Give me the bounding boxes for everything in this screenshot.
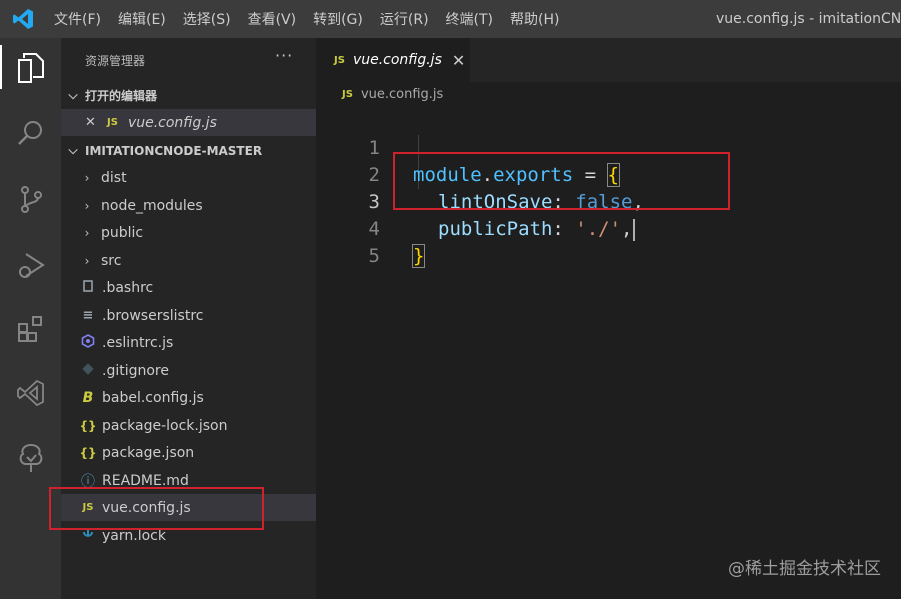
js-file-icon: JS bbox=[107, 117, 118, 128]
highlight-box-file bbox=[49, 487, 264, 530]
folder-name: dist bbox=[101, 169, 127, 186]
menu-view[interactable]: 查看(V) bbox=[248, 9, 297, 29]
json-icon: {} bbox=[79, 418, 97, 433]
chevron-right-icon: › bbox=[84, 170, 90, 185]
code-line[interactable]: 1 module.exports = { bbox=[316, 108, 901, 187]
tab-vue-config[interactable]: JS vue.config.js ✕ bbox=[316, 38, 470, 82]
breadcrumb-file[interactable]: vue.config.js bbox=[361, 87, 443, 102]
file-item-browserslistrc[interactable]: ≡ .browserslistrc bbox=[61, 302, 316, 329]
js-file-icon: JS bbox=[334, 54, 345, 66]
explorer-sidebar: 资源管理器 ··· ⌵ 打开的编辑器 ✕ JS vue.config.js ⌵ … bbox=[49, 38, 316, 599]
vscode-logo-icon[interactable] bbox=[12, 8, 34, 34]
chevron-right-icon: › bbox=[84, 198, 90, 213]
eslint-icon bbox=[77, 334, 99, 351]
watermark: @稀土掘金技术社区 bbox=[728, 559, 881, 579]
file-item-gitignore[interactable]: .gitignore bbox=[61, 357, 316, 384]
folder-item-src[interactable]: › src bbox=[61, 247, 316, 274]
folder-item-dist[interactable]: › dist bbox=[61, 164, 316, 191]
breadcrumb[interactable]: JS vue.config.js bbox=[342, 87, 443, 102]
json-icon: {} bbox=[79, 445, 97, 460]
close-icon[interactable]: ✕ bbox=[452, 51, 465, 70]
folder-name: public bbox=[101, 224, 144, 241]
menu-selection[interactable]: 选择(S) bbox=[183, 9, 231, 29]
menu-bar: 文件(F) 编辑(E) 选择(S) 查看(V) 转到(G) 运行(R) 终端(T… bbox=[54, 0, 576, 38]
chevron-down-icon: ⌵ bbox=[68, 143, 78, 157]
file-name: .bashrc bbox=[102, 279, 154, 296]
file-name: babel.config.js bbox=[102, 389, 204, 406]
menu-terminal[interactable]: 终端(T) bbox=[446, 9, 493, 29]
lines-icon: ≡ bbox=[82, 308, 94, 323]
folder-item-node-modules[interactable]: › node_modules bbox=[61, 192, 316, 219]
code-line[interactable]: 5 bbox=[316, 216, 901, 267]
tab-label: vue.config.js bbox=[352, 52, 442, 68]
folder-name: node_modules bbox=[101, 197, 203, 214]
project-label: IMITATIONCNODE-MASTER bbox=[85, 143, 263, 158]
visual-studio-icon[interactable] bbox=[0, 368, 61, 418]
file-item-bashrc[interactable]: .bashrc bbox=[61, 274, 316, 301]
menu-file[interactable]: 文件(F) bbox=[54, 9, 101, 29]
menu-run[interactable]: 运行(R) bbox=[380, 9, 429, 29]
file-name: .gitignore bbox=[102, 362, 169, 379]
editor-area: JS vue.config.js ✕ JS vue.config.js 1 mo… bbox=[316, 38, 901, 599]
explorer-icon[interactable] bbox=[0, 43, 61, 93]
file-item-package-lock[interactable]: {} package-lock.json bbox=[61, 412, 316, 439]
file-item-babel-config[interactable]: B babel.config.js bbox=[61, 384, 316, 411]
folder-item-public[interactable]: › public bbox=[61, 219, 316, 246]
file-name: .browserslistrc bbox=[102, 307, 204, 324]
code-text: } bbox=[411, 243, 426, 270]
source-control-icon[interactable] bbox=[0, 174, 61, 224]
git-icon bbox=[77, 363, 99, 378]
menu-edit[interactable]: 编辑(E) bbox=[118, 9, 166, 29]
window-title: vue.config.js - imitationCN bbox=[716, 11, 901, 27]
line-number: 5 bbox=[368, 245, 380, 267]
open-editors-header[interactable]: ⌵ 打开的编辑器 bbox=[61, 82, 316, 109]
file-item-package-json[interactable]: {} package.json bbox=[61, 439, 316, 466]
highlight-box-code bbox=[393, 152, 730, 210]
more-actions-icon[interactable]: ··· bbox=[275, 46, 293, 65]
folder-name: src bbox=[101, 252, 122, 269]
search-icon[interactable] bbox=[0, 108, 61, 158]
file-item-eslintrc[interactable]: .eslintrc.js bbox=[61, 329, 316, 356]
run-debug-icon[interactable] bbox=[0, 240, 61, 290]
title-bar: 文件(F) 编辑(E) 选择(S) 查看(V) 转到(G) 运行(R) 终端(T… bbox=[0, 0, 901, 38]
js-file-icon: JS bbox=[342, 89, 353, 100]
chevron-right-icon: › bbox=[84, 225, 90, 240]
close-icon[interactable]: ✕ bbox=[85, 115, 105, 130]
babel-icon: B bbox=[82, 389, 94, 406]
file-name: package-lock.json bbox=[102, 417, 228, 434]
extensions-icon[interactable] bbox=[0, 304, 61, 354]
chevron-down-icon: ⌵ bbox=[68, 88, 78, 102]
file-icon bbox=[77, 280, 99, 295]
open-editor-name: vue.config.js bbox=[127, 114, 217, 131]
explorer-title: 资源管理器 bbox=[85, 54, 146, 68]
project-header[interactable]: ⌵ IMITATIONCNODE-MASTER bbox=[61, 137, 316, 164]
open-editors-label: 打开的编辑器 bbox=[85, 89, 158, 103]
open-editor-item[interactable]: ✕ JS vue.config.js bbox=[61, 109, 316, 136]
file-name: package.json bbox=[102, 444, 195, 461]
file-name: .eslintrc.js bbox=[102, 334, 174, 351]
menu-go[interactable]: 转到(G) bbox=[313, 9, 363, 29]
token-brace: } bbox=[411, 244, 426, 268]
chevron-right-icon: › bbox=[84, 253, 90, 268]
tree-icon[interactable] bbox=[0, 433, 61, 483]
tab-bar: JS vue.config.js ✕ bbox=[316, 38, 901, 82]
menu-help[interactable]: 帮助(H) bbox=[510, 9, 559, 29]
